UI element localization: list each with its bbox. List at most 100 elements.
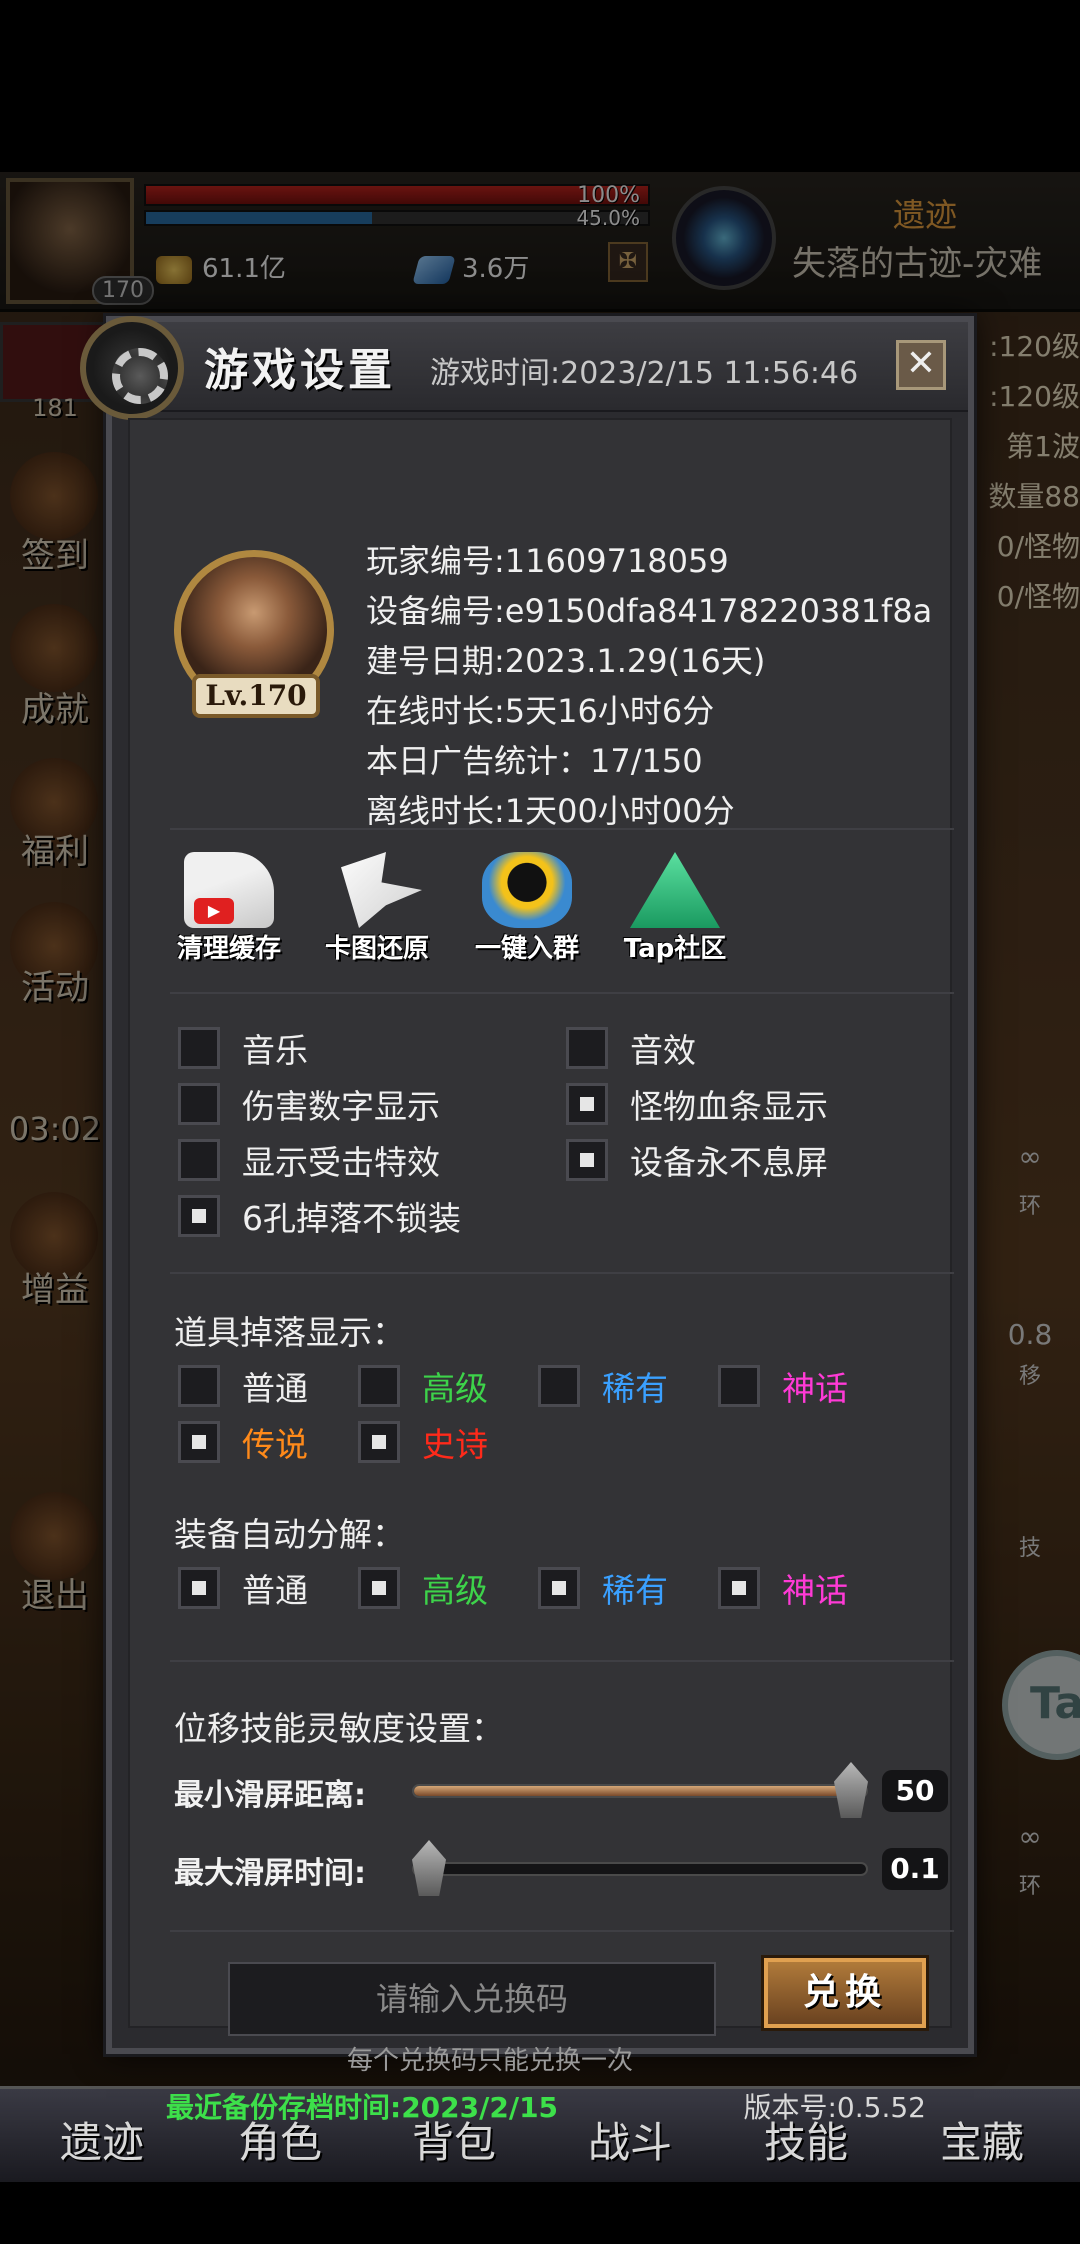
option-hit-effects[interactable]: 显示受击特效 xyxy=(178,1138,440,1182)
avatar-level-badge: Lv.170 xyxy=(192,674,320,718)
option-label: 普通 xyxy=(242,1369,308,1408)
min-swipe-slider[interactable] xyxy=(412,1784,868,1798)
redeem-code-input[interactable] xyxy=(228,1962,716,2036)
restore-card-label: 卡图还原 xyxy=(324,934,429,964)
max-swipe-thumb[interactable] xyxy=(412,1840,446,1896)
join-group-button[interactable]: 一键入群 xyxy=(462,852,592,972)
option-six-slot-no-lock[interactable]: 6孔掉落不锁装 xyxy=(178,1194,461,1238)
monster-hp-checkbox[interactable] xyxy=(566,1083,608,1125)
option-label: 怪物血条显示 xyxy=(630,1087,828,1126)
version-number: 版本号:0.5.52 xyxy=(743,2091,927,2124)
drop-display-title: 道具掉落显示： xyxy=(174,1313,405,1352)
option-label: 高级 xyxy=(422,1571,488,1610)
ad-stats: 本日广告统计：17/150 xyxy=(366,742,703,780)
sfx-checkbox[interactable] xyxy=(566,1027,608,1069)
option-label: 显示受击特效 xyxy=(242,1143,440,1182)
created-date: 建号日期:2023.1.29(16天) xyxy=(366,642,766,680)
option-label: 普通 xyxy=(242,1571,308,1610)
redeem-button[interactable]: 兑换 xyxy=(764,1958,926,2028)
option-monster-hp[interactable]: 怪物血条显示 xyxy=(566,1082,828,1126)
tap-community-label: Tap社区 xyxy=(623,934,727,964)
min-swipe-value: 50 xyxy=(882,1770,948,1812)
drop-epic[interactable]: 史诗 xyxy=(358,1420,488,1464)
device-id: 设备编号:e9150dfa84178220381f8a xyxy=(366,592,933,630)
option-damage-numbers[interactable]: 伤害数字显示 xyxy=(178,1082,440,1126)
max-swipe-label: 最大滑屏时间: xyxy=(174,1856,366,1891)
decompose-mythic[interactable]: 神话 xyxy=(718,1566,848,1610)
min-swipe-label: 最小滑屏距离: xyxy=(174,1778,366,1813)
drop-mythic[interactable]: 神话 xyxy=(718,1364,848,1408)
online-duration: 在线时长:5天16小时6分 xyxy=(366,692,715,730)
option-label: 稀有 xyxy=(602,1571,668,1610)
drop-epic-checkbox[interactable] xyxy=(358,1421,400,1463)
settings-dialog: 游戏设置 游戏时间:2023/2/15 11:56:46 ✕ Lv.170 玩家… xyxy=(80,316,974,2124)
keep-screen-on-checkbox[interactable] xyxy=(566,1139,608,1181)
drop-advanced-checkbox[interactable] xyxy=(358,1365,400,1407)
auto-decompose-title: 装备自动分解： xyxy=(174,1515,405,1554)
clear-cache-label: 清理缓存 xyxy=(176,934,281,964)
gear-icon xyxy=(80,316,184,420)
damage-numbers-checkbox[interactable] xyxy=(178,1083,220,1125)
option-label: 史诗 xyxy=(422,1425,488,1464)
divider xyxy=(170,828,954,830)
dialog-body: Lv.170 玩家编号:11609718059 设备编号:e9150dfa841… xyxy=(128,418,954,2124)
join-group-label: 一键入群 xyxy=(474,934,579,964)
close-icon: ✕ xyxy=(905,343,937,384)
min-swipe-thumb[interactable] xyxy=(834,1762,868,1818)
nav-ruins[interactable]: 遗迹 xyxy=(12,2109,192,2170)
clear-cache-icon xyxy=(184,852,274,928)
clear-cache-button[interactable]: 清理缓存 xyxy=(164,852,294,972)
drop-legendary-checkbox[interactable] xyxy=(178,1421,220,1463)
option-label: 伤害数字显示 xyxy=(242,1087,440,1126)
drop-common-checkbox[interactable] xyxy=(178,1365,220,1407)
option-sfx[interactable]: 音效 xyxy=(566,1026,696,1070)
option-music[interactable]: 音乐 xyxy=(178,1026,308,1070)
dialog-title: 游戏设置 xyxy=(204,345,396,396)
decompose-advanced[interactable]: 高级 xyxy=(358,1566,488,1610)
player-id: 玩家编号:11609718059 xyxy=(366,542,729,580)
drop-common[interactable]: 普通 xyxy=(178,1364,308,1408)
drop-rare-checkbox[interactable] xyxy=(538,1365,580,1407)
decompose-mythic-checkbox[interactable] xyxy=(718,1567,760,1609)
drop-advanced[interactable]: 高级 xyxy=(358,1364,488,1408)
hit-effects-checkbox[interactable] xyxy=(178,1139,220,1181)
close-button[interactable]: ✕ xyxy=(896,340,946,390)
max-swipe-value: 0.1 xyxy=(882,1848,948,1890)
dove-icon xyxy=(341,852,422,928)
decompose-common[interactable]: 普通 xyxy=(178,1566,308,1610)
drop-mythic-checkbox[interactable] xyxy=(718,1365,760,1407)
option-label: 传说 xyxy=(242,1425,308,1464)
option-label: 6孔掉落不锁装 xyxy=(242,1199,461,1238)
drop-legendary[interactable]: 传说 xyxy=(178,1420,308,1464)
restore-card-button[interactable]: 卡图还原 xyxy=(312,852,442,972)
last-backup-time: 最近备份存档时间:2023/2/15 xyxy=(166,2091,559,2124)
divider xyxy=(170,992,954,994)
option-label: 神话 xyxy=(782,1369,848,1408)
decompose-rare[interactable]: 稀有 xyxy=(538,1566,668,1610)
redeem-note: 每个兑换码只能兑换一次 xyxy=(346,2046,633,2076)
qq-penguin-icon xyxy=(482,852,572,928)
option-label: 神话 xyxy=(782,1571,848,1610)
tap-community-icon xyxy=(630,852,720,928)
nav-battle[interactable]: 战斗 xyxy=(540,2109,720,2170)
option-label: 稀有 xyxy=(602,1369,668,1408)
divider xyxy=(170,1272,954,1274)
option-label: 音效 xyxy=(630,1031,696,1070)
option-label: 音乐 xyxy=(242,1031,308,1070)
game-time: 游戏时间:2023/2/15 11:56:46 xyxy=(430,356,859,391)
option-label: 设备永不息屏 xyxy=(630,1143,828,1182)
sensitivity-title: 位移技能灵敏度设置： xyxy=(174,1709,504,1748)
dialog-header: 游戏设置 游戏时间:2023/2/15 11:56:46 ✕ xyxy=(80,316,968,420)
decompose-advanced-checkbox[interactable] xyxy=(358,1567,400,1609)
player-info: 玩家编号:11609718059 设备编号:e9150dfa8417822038… xyxy=(366,536,932,836)
drop-rare[interactable]: 稀有 xyxy=(538,1364,668,1408)
music-checkbox[interactable] xyxy=(178,1027,220,1069)
option-label: 高级 xyxy=(422,1369,488,1408)
option-keep-screen-on[interactable]: 设备永不息屏 xyxy=(566,1138,828,1182)
decompose-common-checkbox[interactable] xyxy=(178,1567,220,1609)
tap-community-button[interactable]: Tap社区 xyxy=(610,852,740,972)
six-slot-checkbox[interactable] xyxy=(178,1195,220,1237)
max-swipe-slider[interactable] xyxy=(412,1862,868,1876)
decompose-rare-checkbox[interactable] xyxy=(538,1567,580,1609)
min-swipe-fill xyxy=(414,1786,866,1796)
